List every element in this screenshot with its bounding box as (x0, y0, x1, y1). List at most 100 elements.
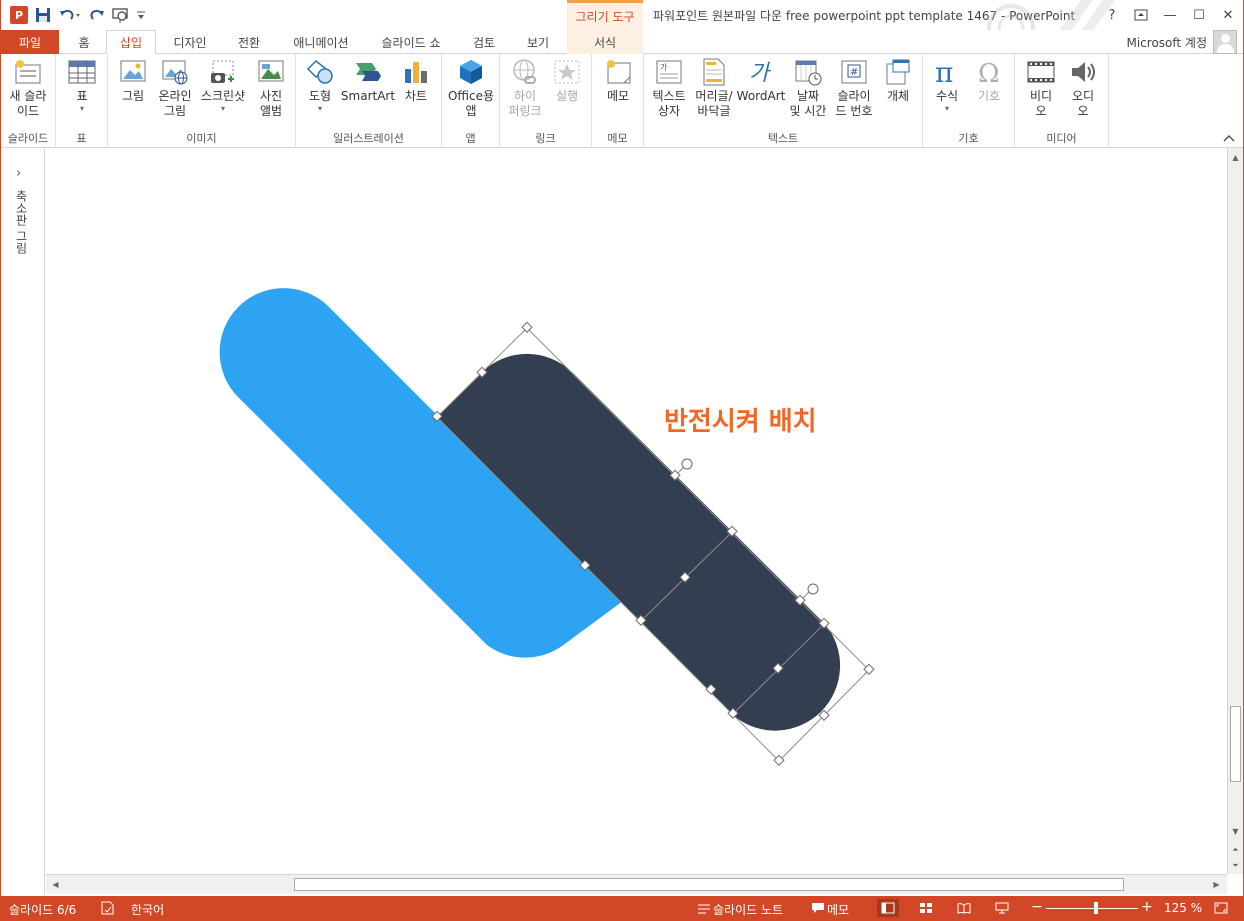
scroll-up-icon[interactable]: ▲ (1228, 150, 1243, 165)
group-label-comments: 메모 (607, 132, 628, 145)
new-slide-label: 새 슬라 이드 (9, 89, 47, 118)
normal-view-icon[interactable] (877, 899, 899, 917)
hyperlink-button[interactable]: 하이 퍼링크 (504, 58, 546, 119)
comment-label: 메모 (606, 89, 630, 103)
slide-annotation[interactable]: 반전시켜 배치 (664, 407, 817, 437)
tab-slideshow[interactable]: 슬라이드 쇼 (367, 30, 455, 54)
tab-home[interactable]: 홈 (63, 30, 105, 54)
table-button[interactable]: 표 ▾ (63, 58, 101, 114)
tab-file[interactable]: 파일 (1, 30, 59, 54)
customize-qat-icon[interactable] (133, 4, 149, 26)
collapse-ribbon-icon[interactable] (1223, 134, 1235, 145)
scroll-left-icon[interactable]: ◀ (48, 877, 63, 892)
previous-slide-icon[interactable]: ⏶ (1228, 842, 1243, 857)
online-picture-button[interactable]: 온라인 그림 (154, 58, 196, 119)
close-button[interactable]: ✕ (1214, 4, 1242, 26)
slide-indicator[interactable]: 슬라이드 6/6 (9, 901, 76, 918)
zoom-slider-thumb[interactable] (1093, 902, 1098, 914)
wordart-label: WordArt (736, 89, 786, 103)
shapes-icon (306, 58, 334, 86)
next-slide-icon[interactable]: ⏷ (1228, 858, 1243, 873)
audio-label: 오디 오 (1071, 89, 1095, 118)
date-time-button[interactable]: 날짜 및 시간 (786, 58, 830, 119)
smartart-button[interactable]: SmartArt (340, 58, 396, 104)
spell-check-icon[interactable] (97, 899, 119, 917)
zoom-slider[interactable] (1046, 908, 1138, 909)
group-label-apps: 앱 (465, 132, 476, 145)
slideshow-view-icon[interactable] (991, 899, 1013, 917)
tab-transitions[interactable]: 전환 (223, 30, 275, 54)
office-apps-button[interactable]: Office용 앱 (446, 58, 496, 119)
tab-format[interactable]: 서식 (567, 30, 643, 54)
tab-animations[interactable]: 애니메이션 (279, 30, 363, 54)
zoom-out-button[interactable]: − (1031, 899, 1043, 915)
group-label-slides: 슬라이드 (7, 132, 49, 145)
object-button[interactable]: 개체 (878, 58, 918, 104)
notes-icon[interactable] (693, 899, 715, 917)
thumbnail-pane-label[interactable]: 축소판 그림 (13, 190, 30, 254)
tab-review[interactable]: 검토 (459, 30, 509, 54)
powerpoint-logo-icon[interactable]: P (7, 4, 31, 26)
minimize-button[interactable]: — (1156, 4, 1184, 26)
save-icon[interactable] (31, 4, 55, 26)
equation-button[interactable]: π 수식 ▾ (929, 58, 965, 114)
symbol-button[interactable]: Ω 기호 (971, 58, 1007, 104)
action-button[interactable]: 실행 (548, 58, 586, 104)
slide-number-button[interactable]: # 슬라이 드 번호 (832, 58, 876, 119)
svg-text:#: # (850, 67, 858, 78)
avatar[interactable] (1213, 30, 1237, 54)
picture-button[interactable]: 그림 (116, 58, 150, 104)
photo-album-button[interactable]: 사진 앨범 (250, 58, 292, 119)
date-time-icon (794, 58, 822, 86)
comment-button[interactable]: 메모 (599, 58, 637, 104)
slideshow-from-start-icon[interactable] (109, 4, 133, 26)
screenshot-button[interactable]: 스크린샷 ▾ (198, 58, 248, 114)
horizontal-scrollbar[interactable]: ◀ ▶ (46, 874, 1227, 894)
wordart-button[interactable]: 가 WordArt (736, 58, 786, 104)
slide-number-label: 슬라이 드 번호 (835, 89, 873, 118)
new-slide-button[interactable]: 새 슬라 이드 (5, 58, 51, 119)
video-button[interactable]: 비디 오 (1023, 58, 1059, 119)
account-menu[interactable]: Microsoft 계정 (1126, 34, 1207, 51)
ribbon-display-options-button[interactable] (1127, 4, 1155, 26)
help-button[interactable]: ? (1098, 4, 1126, 26)
tab-insert[interactable]: 삽입 (106, 30, 156, 55)
group-symbols: π 수식 ▾ Ω 기호 기호 (923, 54, 1015, 148)
chart-label: 차트 (404, 89, 428, 103)
tab-design[interactable]: 디자인 (161, 30, 219, 54)
vertical-scrollbar[interactable]: ▲ ▼ ⏶ ⏷ (1227, 148, 1243, 874)
redo-icon[interactable] (85, 4, 109, 26)
horizontal-scroll-thumb[interactable] (294, 878, 1124, 891)
tab-view[interactable]: 보기 (513, 30, 563, 54)
object-icon (884, 58, 912, 86)
comments-button[interactable]: 메모 (827, 901, 849, 918)
zoom-in-button[interactable]: + (1141, 899, 1153, 915)
scroll-right-icon[interactable]: ▶ (1209, 877, 1224, 892)
audio-button[interactable]: 오디 오 (1065, 58, 1101, 119)
online-picture-label: 온라인 그림 (158, 89, 192, 118)
group-label-illustrations: 일러스트레이션 (333, 132, 404, 145)
chart-button[interactable]: 차트 (398, 58, 434, 104)
reading-view-icon[interactable] (953, 899, 975, 917)
restore-button[interactable]: ☐ (1185, 4, 1213, 26)
zoom-level[interactable]: 125 % (1164, 901, 1202, 915)
language-indicator[interactable]: 한국어 (131, 901, 164, 918)
hyperlink-icon (511, 58, 539, 86)
slide-sorter-view-icon[interactable] (915, 899, 937, 917)
shapes-button[interactable]: 도형 ▾ (302, 58, 338, 114)
notes-button[interactable]: 슬라이드 노트 (713, 901, 783, 918)
header-footer-button[interactable]: 머리글/ 바닥글 (692, 58, 736, 119)
smartart-label: SmartArt (340, 89, 396, 103)
group-comments: 메모 메모 (592, 54, 644, 148)
textbox-button[interactable]: 가 텍스트 상자 (648, 58, 690, 119)
scroll-down-icon[interactable]: ▼ (1228, 824, 1243, 839)
comments-icon[interactable] (807, 899, 829, 917)
slide-canvas[interactable]: 반전시켜 배치 (46, 148, 1227, 874)
vertical-scroll-thumb[interactable] (1230, 706, 1241, 782)
expand-thumbnails-icon[interactable]: › (16, 166, 21, 181)
equation-label: 수식 (935, 89, 959, 103)
undo-icon[interactable] (55, 4, 85, 26)
fit-slide-icon[interactable] (1210, 899, 1232, 917)
smartart-icon (354, 58, 382, 86)
group-label-text: 텍스트 (767, 132, 799, 145)
